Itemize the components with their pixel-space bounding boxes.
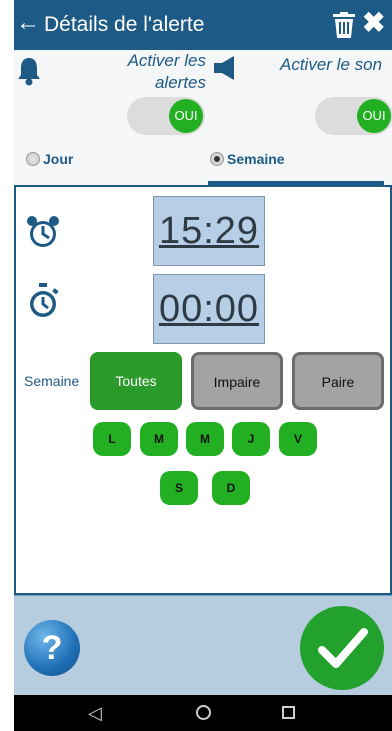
alarm-clock-icon <box>27 216 59 247</box>
alarm-time-field[interactable]: 15:29 <box>153 196 265 266</box>
sound-toggle-knob: OUI <box>357 99 391 133</box>
app-frame: ← Détails de l'alerte ✖ Activer les aler… <box>14 0 392 731</box>
alert-settings: Activer les alertes Activer le son OUI O… <box>14 50 392 185</box>
duration-value: 00:00 <box>158 288 260 330</box>
trash-icon[interactable] <box>332 12 356 38</box>
page-title: Détails de l'alerte <box>44 13 205 36</box>
radio-jour[interactable]: Jour <box>26 151 73 167</box>
day-button-friday[interactable]: V <box>279 422 317 456</box>
day-button-monday[interactable]: L <box>93 422 131 456</box>
radio-unselected-icon <box>26 152 40 166</box>
sound-toggle[interactable]: OUI <box>315 97 392 135</box>
sound-label: Activer le son <box>280 55 383 74</box>
day-button-tuesday[interactable]: M <box>140 422 178 456</box>
week-odd-button[interactable]: Impaire <box>191 352 283 410</box>
radio-jour-label: Jour <box>43 151 74 167</box>
bottom-action-bar: ? <box>14 595 392 695</box>
alerts-label: Activer les alertes <box>127 51 206 92</box>
stopwatch-icon <box>30 283 59 317</box>
bell-icon <box>18 58 40 86</box>
confirm-button[interactable] <box>300 606 384 690</box>
android-nav-bar: ◁ <box>14 695 392 731</box>
alarm-time-value: 15:29 <box>158 210 260 252</box>
radio-semaine[interactable]: Semaine <box>210 151 285 167</box>
checkmark-icon <box>318 628 368 668</box>
duration-field[interactable]: 00:00 <box>153 274 265 344</box>
nav-back-icon[interactable]: ◁ <box>88 703 102 724</box>
day-button-saturday[interactable]: S <box>160 471 198 505</box>
alerts-toggle-knob: OUI <box>169 99 203 133</box>
week-even-button[interactable]: Paire <box>292 352 384 410</box>
alerts-toggle[interactable]: OUI <box>127 97 205 135</box>
day-button-thursday[interactable]: J <box>232 422 270 456</box>
week-label: Semaine <box>24 373 80 389</box>
day-button-sunday[interactable]: D <box>212 471 250 505</box>
radio-semaine-label: Semaine <box>227 151 285 167</box>
schedule-panel: 15:29 00:00 Semaine Toutes Impaire Paire… <box>14 185 392 595</box>
help-button[interactable]: ? <box>24 620 80 676</box>
speaker-icon <box>214 56 234 80</box>
nav-home-icon[interactable] <box>196 705 211 720</box>
close-icon[interactable]: ✖ <box>362 9 385 37</box>
header-bar: ← Détails de l'alerte ✖ <box>14 0 392 50</box>
arrow-left-icon[interactable]: ← <box>16 11 40 35</box>
nav-recents-icon[interactable] <box>282 706 295 719</box>
week-all-button[interactable]: Toutes <box>90 352 182 410</box>
day-button-wednesday[interactable]: M <box>186 422 224 456</box>
radio-selected-icon <box>210 152 224 166</box>
